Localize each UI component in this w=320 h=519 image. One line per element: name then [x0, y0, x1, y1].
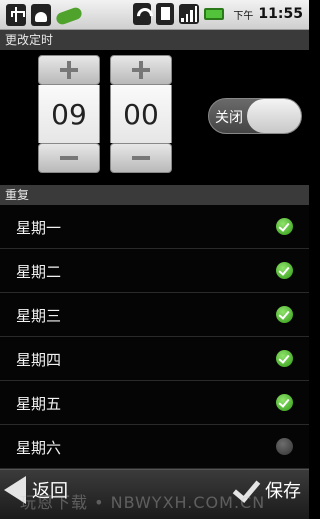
android-icon [31, 4, 51, 26]
day-row-wed[interactable]: 星期三 [0, 293, 309, 337]
day-row-mon[interactable]: 星期一 [0, 205, 309, 249]
back-button[interactable]: 返回 [4, 476, 68, 504]
day-row-tue[interactable]: 星期二 [0, 249, 309, 293]
toggle-knob[interactable] [247, 99, 301, 133]
day-label: 星期三 [16, 307, 62, 325]
day-label: 星期五 [16, 395, 62, 413]
back-arrow-icon [4, 476, 26, 504]
day-row-thu[interactable]: 星期四 [0, 337, 309, 381]
checked-icon[interactable] [276, 350, 293, 367]
wifi-icon [133, 3, 152, 25]
battery-icon [204, 8, 225, 20]
hour-decrement-button[interactable] [38, 143, 100, 173]
status-time: 11:55 [258, 6, 303, 22]
checkmark-icon [231, 476, 259, 504]
section-header-repeat: 重复 [0, 185, 309, 205]
checked-icon[interactable] [276, 262, 293, 279]
minute-increment-button[interactable] [110, 55, 172, 85]
day-label: 星期二 [16, 263, 62, 281]
day-row-sat[interactable]: 星期六 [0, 425, 309, 469]
plus-icon [60, 61, 78, 79]
section-header-change-time: 更改定时 [0, 30, 309, 50]
status-bar: 下午 11:55 [0, 0, 309, 30]
day-label: 星期六 [16, 439, 62, 457]
alarm-toggle[interactable]: 关闭 [208, 98, 302, 134]
toggle-label: 关闭 [215, 110, 243, 126]
signal-icon [179, 4, 200, 24]
minute-decrement-button[interactable] [110, 143, 172, 173]
bottom-bar: 返回 保存 [0, 469, 309, 519]
save-button[interactable]: 保存 [231, 476, 301, 504]
hour-increment-button[interactable] [38, 55, 100, 85]
minus-icon [60, 156, 78, 160]
usb-icon [6, 4, 26, 26]
minute-picker: 00 [110, 55, 172, 175]
day-label: 星期四 [16, 351, 62, 369]
save-label: 保存 [265, 481, 301, 502]
checked-icon[interactable] [276, 218, 293, 235]
checked-icon[interactable] [276, 306, 293, 323]
unchecked-icon[interactable] [276, 438, 293, 455]
day-label: 星期一 [16, 219, 62, 237]
status-ampm: 下午 [233, 10, 254, 22]
minute-value[interactable]: 00 [110, 85, 172, 143]
checked-icon[interactable] [276, 394, 293, 411]
back-label: 返回 [32, 481, 68, 502]
hour-picker: 09 [38, 55, 100, 175]
sd-card-icon [156, 3, 175, 25]
minus-icon [132, 156, 150, 160]
pea-icon [56, 4, 82, 26]
plus-icon [132, 61, 150, 79]
hour-value[interactable]: 09 [38, 85, 100, 143]
day-row-fri[interactable]: 星期五 [0, 381, 309, 425]
